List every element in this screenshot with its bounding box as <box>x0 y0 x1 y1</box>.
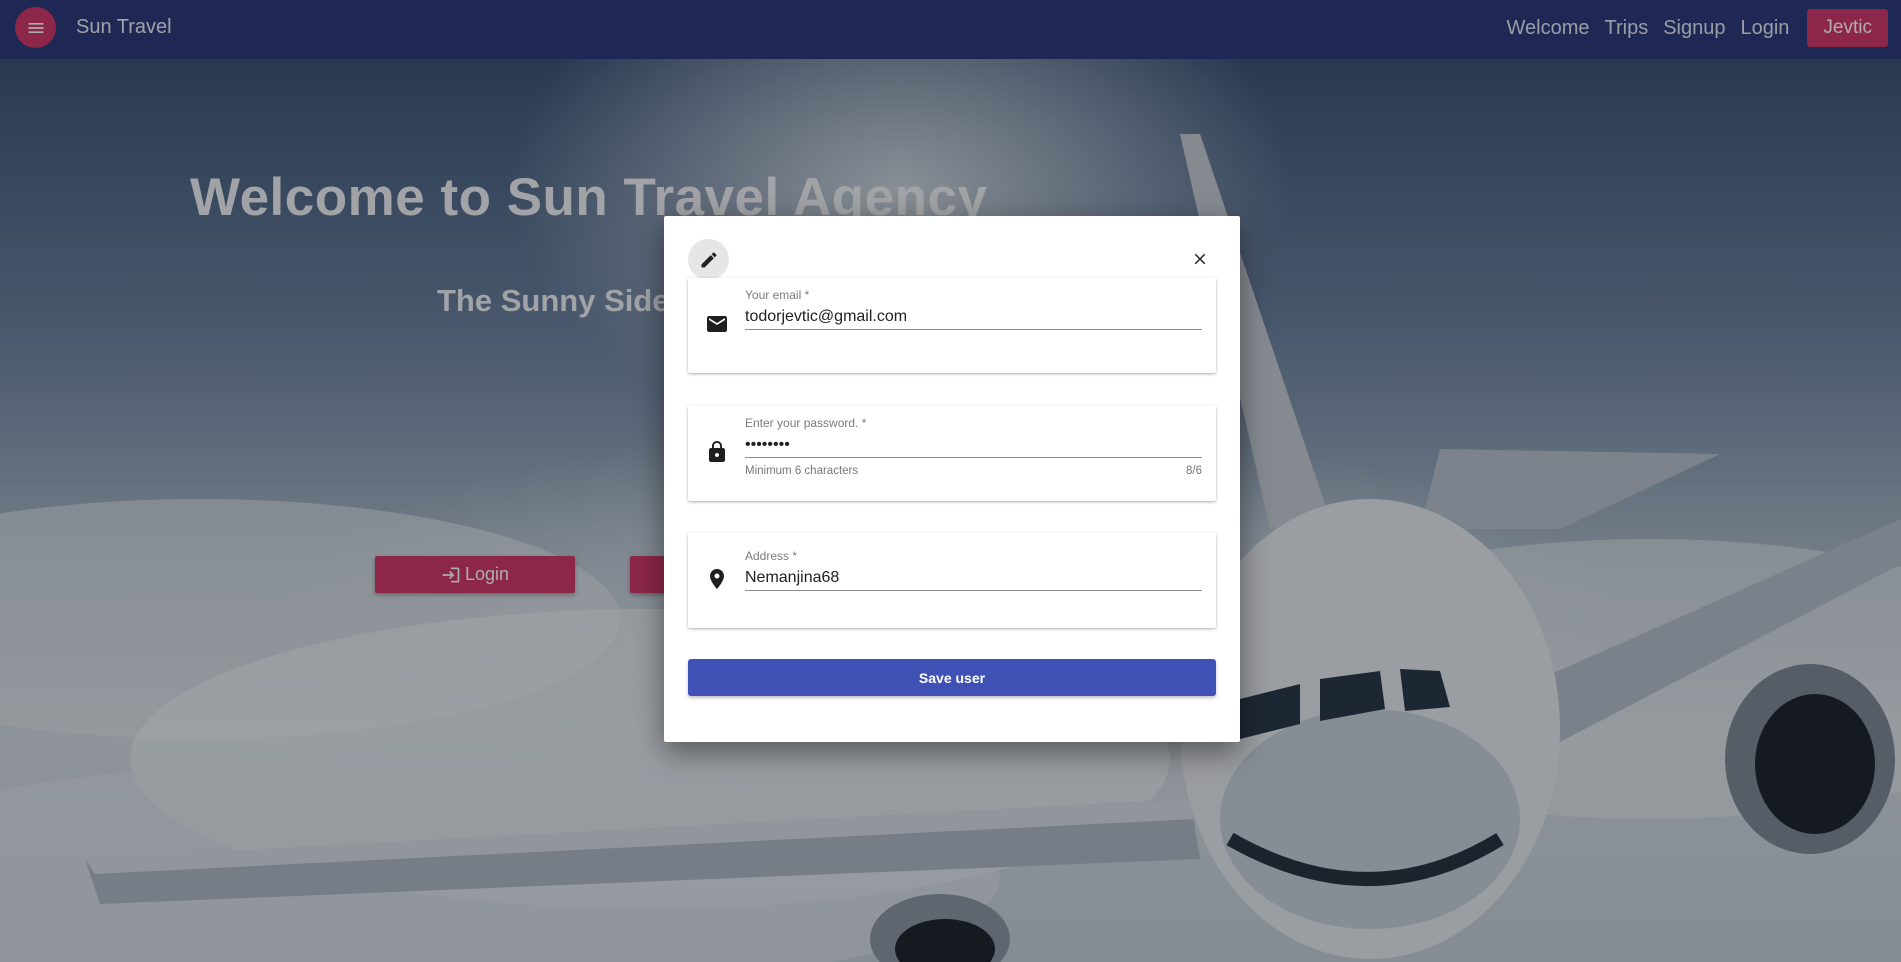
edit-icon <box>701 251 717 267</box>
email-card: Your email * <box>688 278 1216 373</box>
edit-user-dialog: Your email * Enter your password. * Mini… <box>664 216 1240 742</box>
password-card: Enter your password. * Minimum 6 charact… <box>688 406 1216 501</box>
password-hint-row: Minimum 6 characters 8/6 <box>745 465 1202 477</box>
password-field[interactable] <box>745 434 1202 458</box>
save-user-button[interactable]: Save user <box>688 659 1216 696</box>
edit-avatar <box>688 239 729 280</box>
address-label: Address * <box>745 549 798 563</box>
close-icon <box>1194 253 1206 265</box>
address-field[interactable] <box>745 567 1202 591</box>
close-button[interactable] <box>1190 249 1210 269</box>
email-label: Your email * <box>745 288 810 302</box>
lock-icon <box>709 441 725 462</box>
password-counter: 8/6 <box>1186 465 1202 477</box>
location-icon <box>710 569 724 589</box>
email-field[interactable] <box>745 306 1202 330</box>
password-hint: Minimum 6 characters <box>745 465 859 477</box>
address-card: Address * <box>688 533 1216 628</box>
address-field-wrap: Address * <box>745 549 1202 591</box>
email-field-wrap: Your email * <box>745 288 1202 330</box>
email-icon <box>707 316 727 332</box>
password-field-wrap: Enter your password. * Minimum 6 charact… <box>745 416 1202 477</box>
password-label: Enter your password. * <box>745 416 867 430</box>
